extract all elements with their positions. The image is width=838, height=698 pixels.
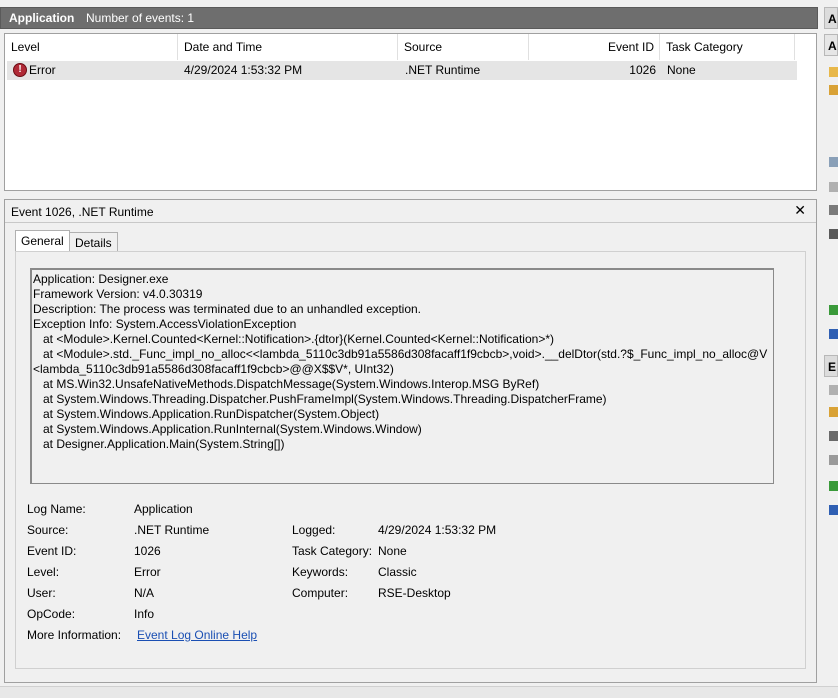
general-tab-panel: Application: Designer.exe Framework Vers… [15, 251, 806, 669]
source-value: .NET Runtime [134, 523, 210, 537]
log-title-bar: Application Number of events: 1 [0, 7, 818, 29]
keywords-value: Classic [378, 565, 417, 579]
task-category-label: Task Category: [292, 544, 373, 558]
event-datetime: 4/29/2024 1:53:32 PM [184, 63, 303, 77]
description-line: Framework Version: v4.0.30319 [33, 287, 203, 301]
task-category-value: None [378, 544, 407, 558]
user-value: N/A [134, 586, 155, 600]
tab-details[interactable]: Details [69, 232, 118, 252]
create-view-icon[interactable] [829, 85, 838, 95]
error-icon: ! [13, 63, 27, 77]
event-list[interactable]: Level Date and Time Source Event ID Task… [4, 33, 817, 191]
description-line: at System.Windows.Application.RunInterna… [33, 422, 422, 436]
actions-header[interactable]: A [824, 7, 838, 29]
description-line: Description: The process was terminated … [33, 302, 422, 316]
column-header-event-id[interactable]: Event ID [529, 34, 660, 60]
column-header-level[interactable]: Level [5, 34, 178, 60]
computer-value: RSE-Desktop [378, 586, 451, 600]
event-source: .NET Runtime [405, 63, 481, 77]
description-line: at System.Windows.Threading.Dispatcher.P… [33, 392, 607, 406]
more-info-label: More Information: [27, 628, 122, 642]
user-label: User: [27, 586, 56, 600]
event-count: Number of events: 1 [86, 11, 195, 25]
find-icon[interactable] [829, 205, 838, 215]
event-detail-pane: Event 1026, .NET Runtime ✕ General Detai… [4, 199, 817, 683]
column-header-task-category[interactable]: Task Category [660, 34, 795, 60]
event-level: Error [29, 63, 56, 77]
log-name: Application [9, 11, 75, 25]
log-name-label: Log Name: [27, 502, 86, 516]
detail-title: Event 1026, .NET Runtime [11, 205, 154, 219]
event-description-box[interactable]: Application: Designer.exe Framework Vers… [30, 268, 774, 484]
event-actions-header[interactable]: E [824, 355, 838, 377]
save-icon[interactable] [829, 229, 838, 239]
logged-value: 4/29/2024 1:53:32 PM [378, 523, 497, 537]
save-selected-icon[interactable] [829, 455, 838, 465]
attach-task-icon[interactable] [829, 407, 838, 417]
event-id-label: Event ID: [27, 544, 77, 558]
description-line: Exception Info: System.AccessViolationEx… [33, 317, 297, 331]
computer-label: Computer: [292, 586, 349, 600]
description-line: at System.Windows.Application.RunDispatc… [33, 407, 380, 421]
level-value: Error [134, 565, 161, 579]
description-line: Application: Designer.exe [33, 272, 169, 286]
description-line: <lambda_5110c3db91a5586d308facaff1f9cbcb… [33, 362, 394, 376]
help-icon[interactable] [829, 505, 838, 515]
description-line: at MS.Win32.UnsafeNativeMethods.Dispatch… [33, 377, 540, 391]
description-line: at <Module>.std._Func_impl_no_alloc<<lam… [33, 347, 768, 361]
description-line: at Designer.Application.Main(System.Stri… [33, 437, 285, 451]
status-bar [0, 686, 838, 698]
actions-subheader[interactable]: A [824, 34, 838, 56]
opcode-label: OpCode: [27, 607, 76, 621]
copy-icon[interactable] [829, 431, 838, 441]
description-line: at <Module>.Kernel.Counted<Kernel::Notif… [33, 332, 554, 346]
logged-label: Logged: [292, 523, 336, 537]
column-header-date-time[interactable]: Date and Time [178, 34, 398, 60]
opcode-value: Info [134, 607, 155, 621]
event-category: None [667, 63, 696, 77]
filter-icon[interactable] [829, 157, 838, 167]
divider [5, 222, 816, 223]
level-label: Level: [27, 565, 60, 579]
refresh-icon[interactable] [829, 305, 838, 315]
properties-icon[interactable] [829, 182, 838, 192]
source-label: Source: [27, 523, 69, 537]
help-icon[interactable] [829, 329, 838, 339]
open-log-icon[interactable] [829, 67, 838, 77]
event-id-value: 1026 [134, 544, 161, 558]
column-header-source[interactable]: Source [398, 34, 529, 60]
tab-general[interactable]: General [15, 230, 70, 252]
event-properties-icon[interactable] [829, 385, 838, 395]
event-log-online-help-link[interactable]: Event Log Online Help [137, 628, 257, 642]
close-icon[interactable]: ✕ [794, 202, 806, 219]
refresh-icon[interactable] [829, 481, 838, 491]
log-name-value: Application [134, 502, 193, 516]
keywords-label: Keywords: [292, 565, 349, 579]
table-row[interactable]: ! Error 4/29/2024 1:53:32 PM .NET Runtim… [7, 61, 797, 80]
event-id: 1026 [629, 63, 656, 77]
actions-pane: A A E [824, 7, 838, 687]
